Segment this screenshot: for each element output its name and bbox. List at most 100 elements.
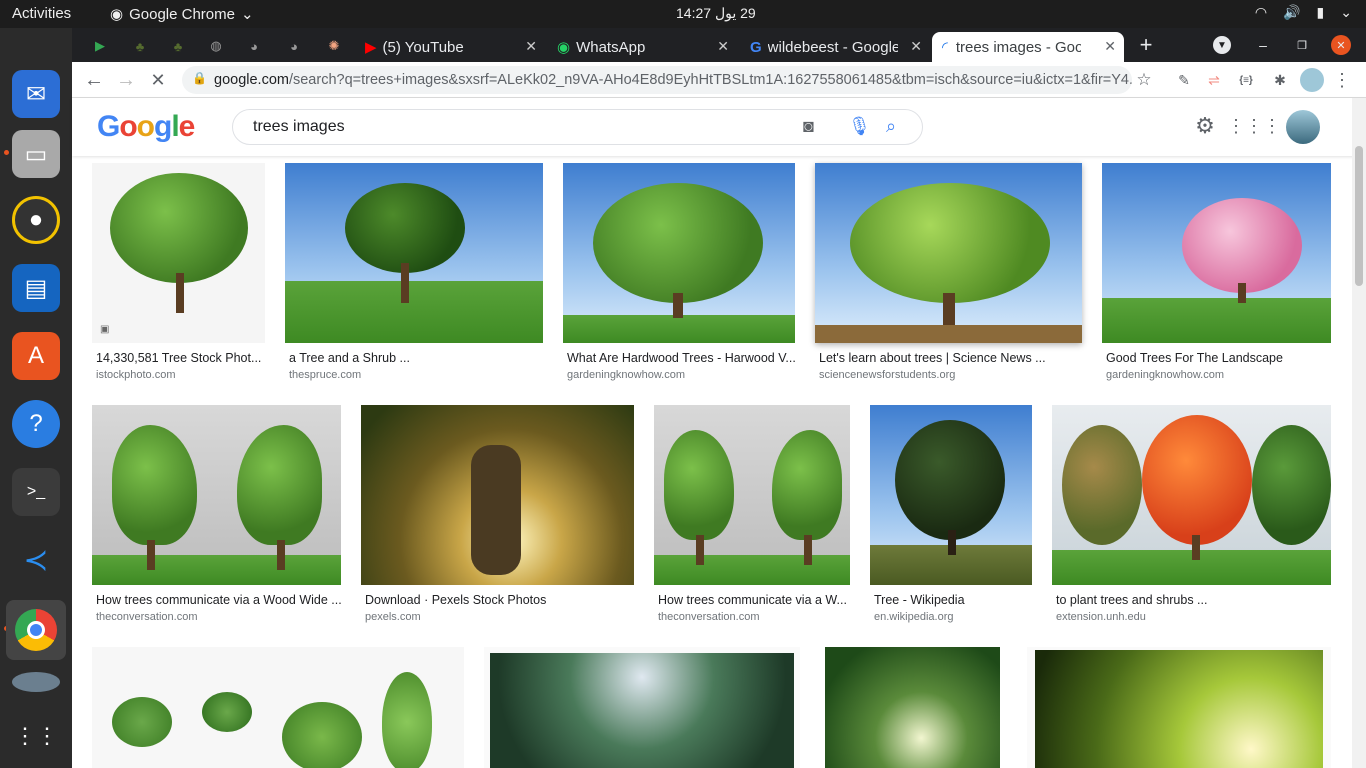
json-extension-icon[interactable]: {≡} xyxy=(1234,68,1258,92)
result-thumbnail[interactable]: ▣ xyxy=(92,163,265,343)
image-result[interactable]: ▣ 14,330,581 Tree Stock Phot... istockph… xyxy=(92,163,265,381)
camera-icon[interactable]: ◙ xyxy=(803,116,814,137)
image-result[interactable]: to plant trees and shrubs ... extension.… xyxy=(1052,405,1331,623)
image-result[interactable]: Tree - Wikipedia en.wikipedia.org xyxy=(870,405,1032,623)
play-icon[interactable]: ▶ xyxy=(90,36,110,56)
globe-icon[interactable]: ◍ xyxy=(206,36,226,56)
image-result[interactable] xyxy=(92,647,464,768)
account-avatar[interactable] xyxy=(1286,110,1320,144)
rhythmbox-icon[interactable]: ● xyxy=(12,196,60,244)
image-result[interactable]: Download · Pexels Stock Photos pexels.co… xyxy=(361,405,634,623)
result-thumbnail[interactable] xyxy=(1052,405,1331,585)
forward-button[interactable]: → xyxy=(114,68,138,92)
apps-grid-icon[interactable]: ⋮⋮⋮ xyxy=(1227,112,1281,140)
result-title[interactable]: Download · Pexels Stock Photos xyxy=(361,593,634,607)
result-title[interactable]: What Are Hardwood Trees - Harwood V... xyxy=(563,351,795,365)
tab-trees-images[interactable]: ◜ trees images - Goo ✕ xyxy=(932,32,1124,62)
clock[interactable]: 14:27 ‏29 يول xyxy=(676,5,756,22)
github-icon[interactable]: ◕ xyxy=(244,36,264,56)
image-result[interactable]: What Are Hardwood Trees - Harwood V... g… xyxy=(563,163,795,381)
address-bar[interactable]: 🔒 google.com/search?q=trees+images&sxsrf… xyxy=(182,66,1132,94)
profile-avatar[interactable] xyxy=(1300,68,1324,92)
new-tab-button[interactable]: + xyxy=(1135,32,1157,57)
tab-wildebeest[interactable]: G wildebeest - Google ✕ xyxy=(740,32,930,62)
result-title[interactable]: Good Trees For The Landscape xyxy=(1102,351,1331,365)
stop-button[interactable]: ✕ xyxy=(146,68,170,92)
result-source[interactable]: thespruce.com xyxy=(285,369,543,381)
result-thumbnail[interactable] xyxy=(825,647,1000,768)
image-result[interactable]: a Tree and a Shrub ... thespruce.com xyxy=(285,163,543,381)
google-doodle-logo[interactable]: Google xyxy=(97,110,195,144)
result-title[interactable]: How trees communicate via a W... xyxy=(654,593,850,607)
image-result[interactable] xyxy=(1027,647,1331,768)
favicon-icon[interactable]: ✺ xyxy=(324,36,344,56)
result-source[interactable]: theconversation.com xyxy=(654,611,850,623)
result-thumbnail[interactable] xyxy=(1102,163,1331,343)
scrollbar-thumb[interactable] xyxy=(1355,146,1363,286)
image-result[interactable]: How trees communicate via a W... theconv… xyxy=(654,405,850,623)
result-thumbnail[interactable] xyxy=(870,405,1032,585)
show-apps-icon[interactable]: ⋮⋮ xyxy=(12,712,60,760)
result-title[interactable]: Tree - Wikipedia xyxy=(870,593,1032,607)
chrome-icon[interactable] xyxy=(6,600,66,660)
microphone-icon[interactable]: 🎙 xyxy=(848,116,871,137)
tree-favicon-icon[interactable]: ♣ xyxy=(168,36,188,56)
bookmark-star-icon[interactable]: ☆ xyxy=(1132,68,1156,92)
tab-search-button[interactable]: ▼ xyxy=(1213,36,1231,54)
close-icon[interactable]: ✕ xyxy=(525,38,537,55)
help-icon[interactable]: ? xyxy=(12,400,60,448)
result-source[interactable]: istockphoto.com xyxy=(92,369,265,381)
writer-icon[interactable]: ▤ xyxy=(12,264,60,312)
result-thumbnail[interactable] xyxy=(285,163,543,343)
image-result[interactable] xyxy=(484,647,800,768)
eyedropper-icon[interactable]: ✎ xyxy=(1172,68,1196,92)
close-icon[interactable]: ✕ xyxy=(717,38,729,55)
extension-icon[interactable]: ⇌ xyxy=(1202,68,1226,92)
puzzle-icon[interactable]: ✱ xyxy=(1268,68,1292,92)
thunderbird-icon[interactable]: ✉ xyxy=(12,70,60,118)
activities-button[interactable]: Activities xyxy=(12,5,71,22)
result-thumbnail[interactable] xyxy=(563,163,795,343)
result-thumbnail[interactable] xyxy=(654,405,850,585)
tree-favicon-icon[interactable]: ♣ xyxy=(130,36,150,56)
result-source[interactable]: pexels.com xyxy=(361,611,634,623)
tab-whatsapp[interactable]: ◉ WhatsApp ✕ xyxy=(547,32,737,62)
page-scrollbar[interactable] xyxy=(1352,98,1366,768)
tab-youtube[interactable]: ▶ (5) YouTube ✕ xyxy=(355,32,545,62)
maximize-button[interactable]: ❐ xyxy=(1291,34,1313,56)
menu-icon[interactable]: ⋮ xyxy=(1330,68,1354,92)
app-menu[interactable]: ◉ Google Chrome ⌄ xyxy=(110,5,254,24)
result-source[interactable]: theconversation.com xyxy=(92,611,341,623)
result-thumbnail[interactable] xyxy=(1027,647,1331,768)
result-thumbnail[interactable] xyxy=(484,647,800,768)
github-icon[interactable]: ◕ xyxy=(284,36,304,56)
image-result[interactable]: Let's learn about trees | Science News .… xyxy=(815,163,1082,381)
result-source[interactable]: gardeningknowhow.com xyxy=(1102,369,1331,381)
result-source[interactable]: gardeningknowhow.com xyxy=(563,369,795,381)
result-thumbnail[interactable] xyxy=(361,405,634,585)
image-result[interactable] xyxy=(825,647,1000,768)
image-result[interactable]: How trees communicate via a Wood Wide ..… xyxy=(92,405,341,623)
system-tray[interactable]: ◠ 🔊 ▮ ⌄ xyxy=(1255,4,1352,21)
result-thumbnail[interactable] xyxy=(815,163,1082,343)
close-icon[interactable]: ✕ xyxy=(910,38,922,55)
close-window-button[interactable]: ✕ xyxy=(1331,35,1351,55)
result-title[interactable]: How trees communicate via a Wood Wide ..… xyxy=(92,593,341,607)
globe-icon[interactable] xyxy=(12,672,60,692)
result-source[interactable]: en.wikipedia.org xyxy=(870,611,1032,623)
search-icon[interactable]: ⌕ xyxy=(886,116,896,137)
result-title[interactable]: a Tree and a Shrub ... xyxy=(285,351,543,365)
result-thumbnail[interactable] xyxy=(92,405,341,585)
result-title[interactable]: to plant trees and shrubs ... xyxy=(1052,593,1331,607)
minimize-button[interactable]: – xyxy=(1252,34,1274,56)
close-icon[interactable]: ✕ xyxy=(1104,38,1116,55)
software-icon[interactable]: A xyxy=(12,332,60,380)
result-title[interactable]: Let's learn about trees | Science News .… xyxy=(815,351,1082,365)
search-box[interactable]: trees images ◙ 🎙 ⌕ xyxy=(232,109,923,145)
search-input[interactable]: trees images xyxy=(253,118,345,136)
terminal-icon[interactable]: >_ xyxy=(12,468,60,516)
result-title[interactable]: 14,330,581 Tree Stock Phot... xyxy=(92,351,265,365)
files-icon[interactable]: ▭ xyxy=(12,130,60,178)
vscode-icon[interactable]: ≺ xyxy=(12,536,60,584)
settings-gear-icon[interactable]: ⚙ xyxy=(1191,112,1219,140)
